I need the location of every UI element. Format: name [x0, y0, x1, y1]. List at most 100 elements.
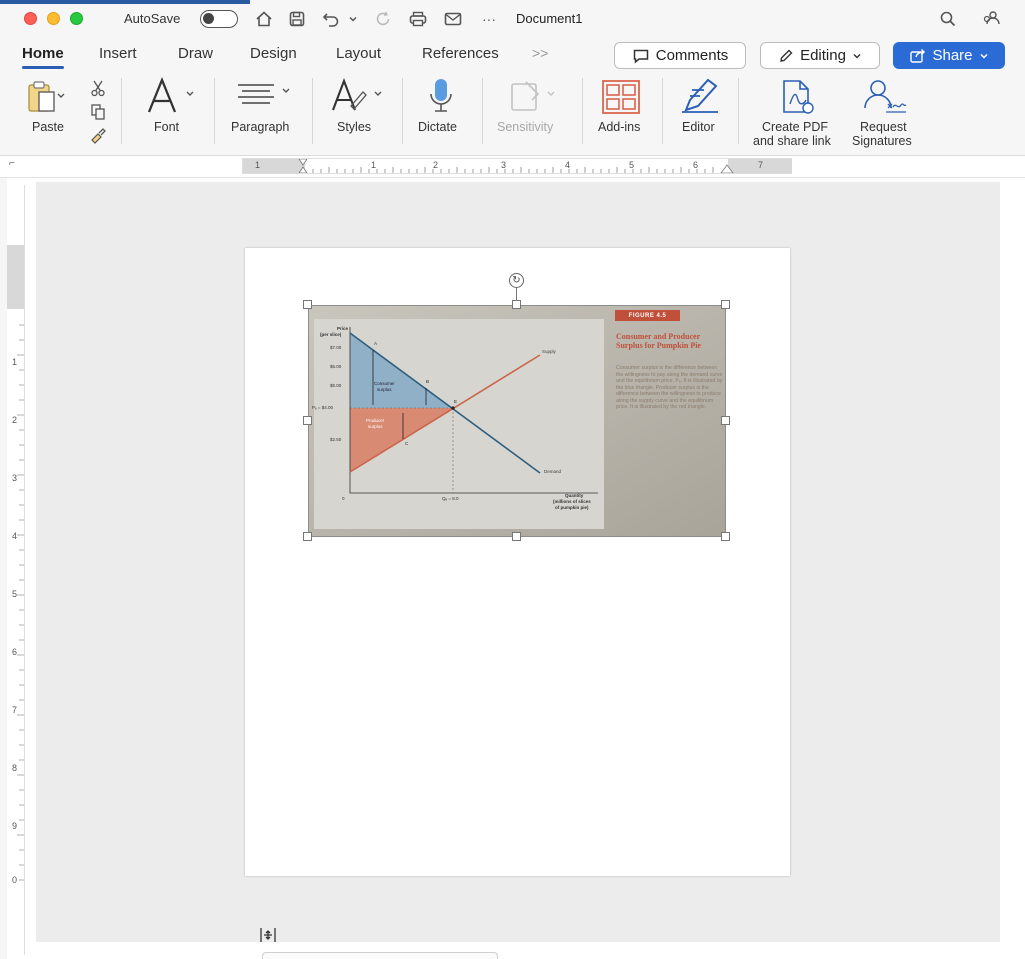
mail-icon[interactable]: [442, 8, 464, 30]
minimize-window-button[interactable]: [47, 12, 60, 25]
editing-mode-button[interactable]: Editing: [760, 42, 880, 69]
home-icon[interactable]: [253, 8, 275, 30]
paragraph-button[interactable]: [234, 80, 298, 112]
tab-home[interactable]: Home: [22, 45, 64, 69]
ruler-number: 1: [371, 160, 377, 170]
search-icon[interactable]: [937, 8, 959, 30]
styles-button[interactable]: [329, 76, 389, 116]
point-b-label: B: [426, 379, 430, 384]
create-pdf-button[interactable]: [778, 78, 818, 116]
share-label: Share: [932, 47, 973, 64]
supply-label: Supply: [542, 349, 556, 354]
ribbon-separator: [214, 78, 215, 144]
y-axis-title-line2: (per slice): [320, 332, 342, 337]
producer-surplus-label-line2: surplus: [368, 424, 383, 429]
microphone-icon: [430, 79, 452, 112]
vertical-ruler[interactable]: 1 2 3 4 5 6 7 8 9 0: [7, 185, 25, 955]
close-window-button[interactable]: [24, 12, 37, 25]
ruler-number: 1: [255, 160, 261, 170]
y-axis-title-line1: Price: [337, 326, 349, 331]
resize-handle-top[interactable]: [512, 300, 521, 309]
format-painter-icon[interactable]: [88, 125, 108, 145]
ruler-number: 3: [12, 473, 18, 483]
tab-references[interactable]: References: [422, 45, 499, 62]
status-bar-tab[interactable]: [262, 952, 498, 959]
page-break-resize-icon[interactable]: [258, 926, 278, 944]
ruler-number: 8: [12, 763, 18, 773]
undo-dropdown-icon[interactable]: [346, 8, 360, 30]
copy-icon[interactable]: [88, 102, 108, 122]
editor-label: Editor: [682, 120, 715, 134]
tab-draw[interactable]: Draw: [178, 45, 213, 62]
resize-handle-top-right[interactable]: [721, 300, 730, 309]
figure-title: Consumer and Producer Surplus for Pumpki…: [616, 332, 701, 350]
tab-layout[interactable]: Layout: [336, 45, 381, 62]
font-button[interactable]: [143, 76, 203, 116]
resize-handle-bottom-right[interactable]: [721, 532, 730, 541]
tab-insert[interactable]: Insert: [99, 45, 137, 62]
y-tick-label: $5.00: [330, 383, 342, 388]
share-button[interactable]: Share: [893, 42, 1005, 69]
horizontal-ruler[interactable]: 1 1 2 3 4 5 6 7: [242, 158, 792, 174]
ruler-number: 3: [501, 160, 507, 170]
undo-icon[interactable]: [321, 8, 343, 30]
producer-surplus-label-line1: Producer: [366, 418, 385, 423]
resize-handle-left[interactable]: [303, 416, 312, 425]
consumer-surplus-label-line1: Consumer: [374, 381, 395, 386]
ruler-number: 7: [758, 160, 764, 170]
create-pdf-label-line1: Create PDF: [762, 120, 828, 134]
resize-handle-top-left[interactable]: [303, 300, 312, 309]
ribbon-separator: [121, 78, 122, 144]
point-c-label: C: [405, 441, 409, 446]
dictate-button[interactable]: [425, 76, 457, 116]
add-ins-button[interactable]: [600, 78, 642, 116]
print-icon[interactable]: [407, 8, 429, 30]
resize-handle-bottom-left[interactable]: [303, 532, 312, 541]
comments-button[interactable]: Comments: [614, 42, 746, 69]
rotate-handle[interactable]: ↻: [509, 273, 524, 288]
editor-button[interactable]: [678, 76, 722, 116]
font-label: Font: [154, 120, 180, 134]
resize-handle-bottom[interactable]: [512, 532, 521, 541]
request-signatures-label-line2: Signatures: [852, 134, 912, 148]
share-icon: [910, 48, 926, 63]
cut-icon[interactable]: [88, 78, 108, 98]
add-ins-grid-icon: [602, 80, 640, 114]
zoom-window-button[interactable]: [70, 12, 83, 25]
figure-caption: Consumer surplus is the difference betwe…: [616, 365, 723, 410]
tab-design[interactable]: Design: [250, 45, 297, 62]
ruler-number: 1: [12, 357, 18, 367]
inserted-picture[interactable]: Price (per slice) $7.00 $6.00 $5.00 Pₑ =…: [308, 305, 726, 537]
paragraph-align-icon: [238, 84, 290, 104]
pencil-icon: [780, 49, 793, 62]
ruler-number: 5: [629, 160, 635, 170]
ruler-number: 4: [565, 160, 571, 170]
autosave-toggle[interactable]: [200, 10, 238, 28]
paragraph-label: Paragraph: [231, 120, 290, 134]
chevron-down-icon: [979, 53, 988, 59]
vertical-ruler-ticks: [17, 324, 24, 881]
demand-label: Demand: [544, 469, 562, 474]
styles-icon: [332, 78, 382, 111]
equilibrium-point: [451, 406, 455, 410]
ribbon-separator: [482, 78, 483, 144]
more-tabs-button[interactable]: >>: [532, 45, 548, 61]
account-icon[interactable]: [980, 8, 1002, 30]
more-options-icon[interactable]: ···: [478, 8, 500, 30]
save-icon[interactable]: [286, 8, 308, 30]
font-icon: [147, 76, 194, 113]
redo-icon[interactable]: [372, 8, 394, 30]
sensitivity-icon: [511, 81, 555, 111]
ruler-number: 4: [12, 531, 18, 541]
sensitivity-button[interactable]: [508, 78, 560, 114]
title-bar: AutoSave ··· Document1: [0, 0, 1025, 38]
y-tick-label: $2.50: [330, 437, 342, 442]
paste-button[interactable]: [26, 80, 66, 116]
x-axis-title-line3: of pumpkin pie): [555, 505, 589, 510]
tab-stop-selector[interactable]: ⌐: [9, 158, 15, 169]
request-signatures-button[interactable]: [860, 78, 910, 116]
ribbon-toolbar: Paste Font Paragraph Styles Dictate Sens…: [0, 70, 1025, 156]
y-tick-label: Pₑ = $4.00: [312, 405, 334, 410]
ribbon-separator: [312, 78, 313, 144]
resize-handle-right[interactable]: [721, 416, 730, 425]
